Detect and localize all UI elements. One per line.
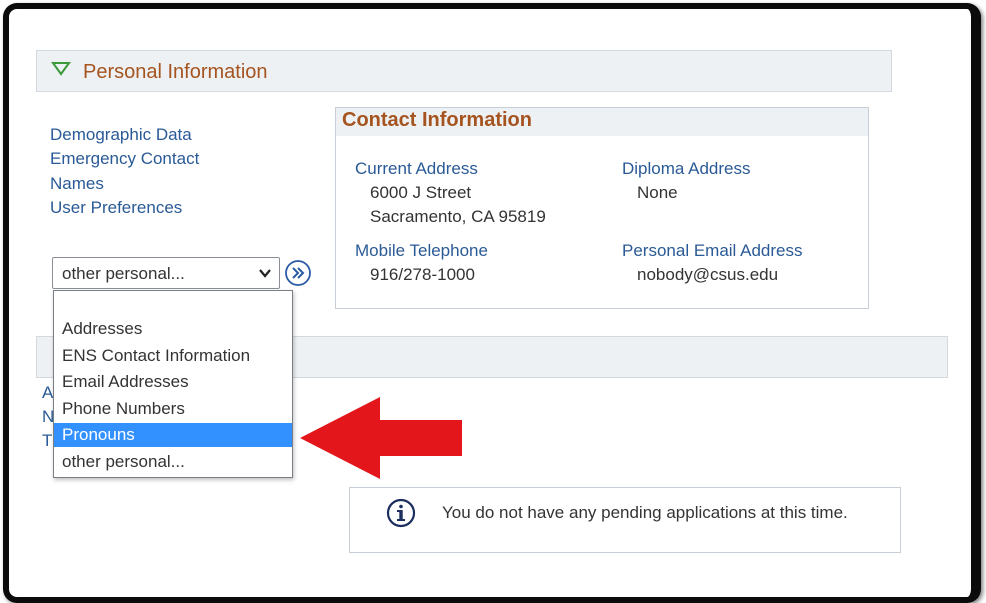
link-demographic-data[interactable]: Demographic Data (50, 125, 192, 145)
option-phone-numbers[interactable]: Phone Numbers (54, 396, 292, 422)
option-ens-contact-information[interactable]: ENS Contact Information (54, 343, 292, 369)
personal-information-header[interactable]: Personal Information (36, 50, 892, 92)
current-address-label: Current Address (355, 159, 478, 178)
current-address-line1: 6000 J Street (370, 183, 472, 202)
contact-information-header: Contact Information (336, 108, 868, 136)
link-user-preferences[interactable]: User Preferences (50, 198, 182, 218)
hidden-link-a[interactable]: A (42, 383, 53, 403)
personal-email-value: nobody@csus.edu (637, 265, 779, 284)
link-names[interactable]: Names (50, 174, 104, 194)
option-pronouns[interactable]: Pronouns (54, 423, 292, 447)
hidden-link-t[interactable]: T (42, 431, 52, 451)
section-title: Personal Information (83, 61, 268, 83)
pending-applications-message: You do not have any pending applications… (442, 503, 848, 522)
option-other-personal[interactable]: other personal... (54, 449, 292, 475)
link-emergency-contact[interactable]: Emergency Contact (50, 149, 199, 169)
contact-information-panel: Contact Information Current Address 6000… (335, 107, 869, 309)
option-addresses[interactable]: Addresses (54, 316, 292, 342)
triangle-down-icon (51, 62, 71, 76)
other-personal-select[interactable]: other personal... (52, 257, 280, 289)
select-options-list: Addresses ENS Contact Information Email … (53, 290, 293, 478)
info-icon (386, 498, 416, 528)
red-arrow (300, 397, 462, 479)
diploma-address-label: Diploma Address (622, 159, 751, 178)
option-email-addresses[interactable]: Email Addresses (54, 369, 292, 395)
mobile-telephone-label: Mobile Telephone (355, 241, 488, 260)
contact-information-title: Contact Information (342, 109, 532, 131)
chevron-down-icon (259, 269, 271, 278)
select-value: other personal... (62, 264, 185, 283)
personal-email-label: Personal Email Address (622, 241, 803, 260)
current-address-line2: Sacramento, CA 95819 (370, 207, 546, 226)
double-chevron-right-icon[interactable] (284, 259, 312, 287)
pending-applications-notice: You do not have any pending applications… (349, 487, 901, 553)
diploma-address-value: None (637, 183, 678, 202)
mobile-telephone-value: 916/278-1000 (370, 265, 475, 284)
